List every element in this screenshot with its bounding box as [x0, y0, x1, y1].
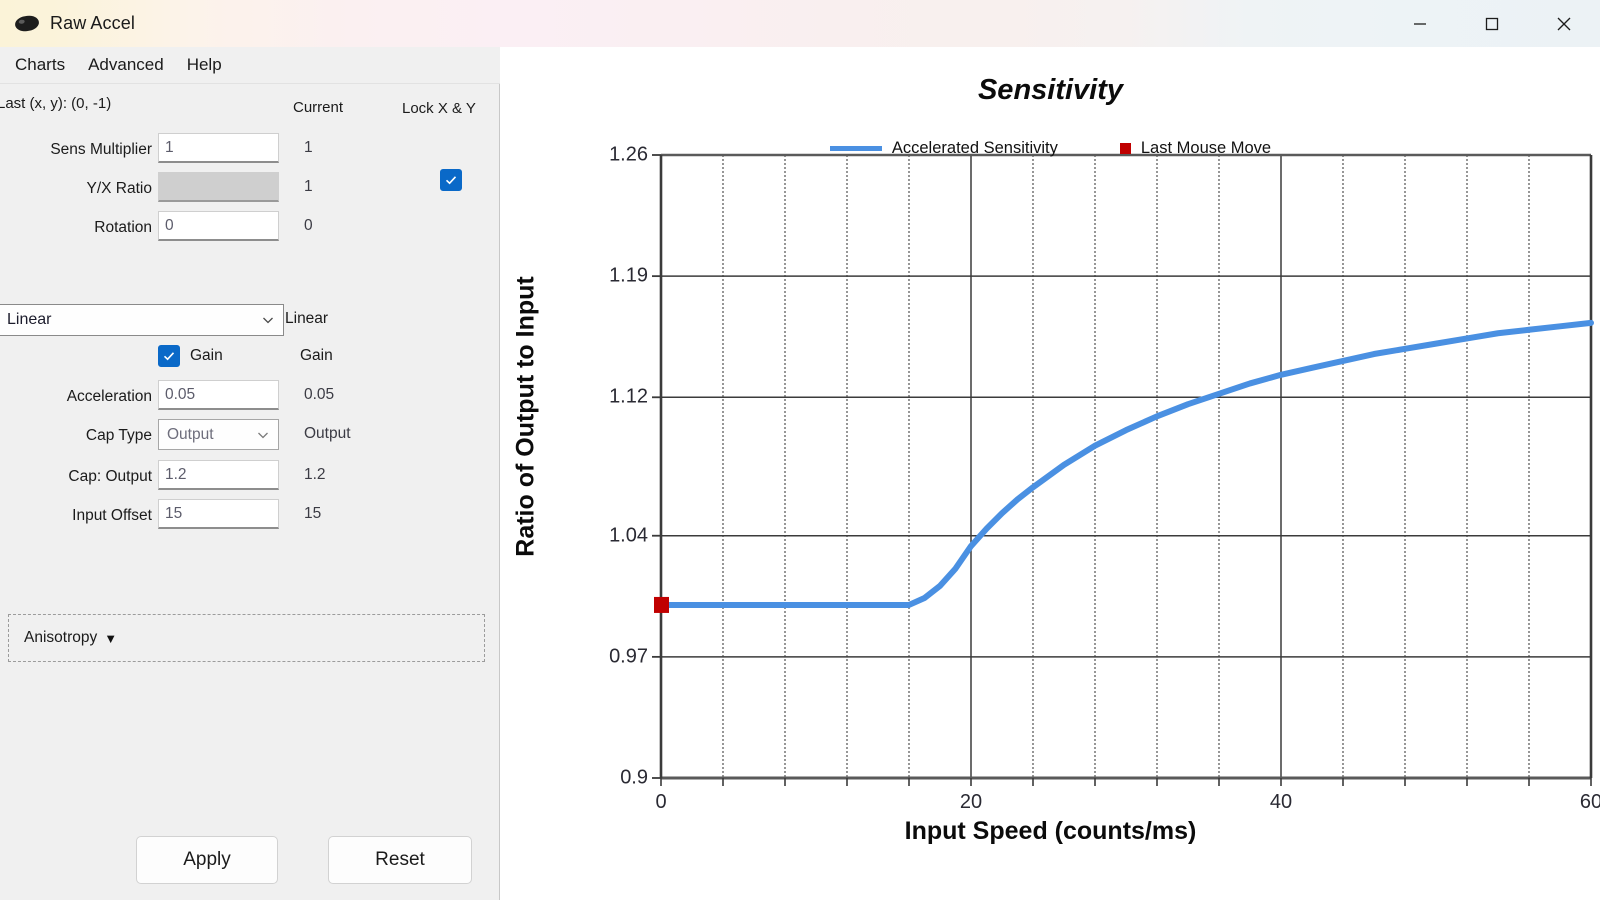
label-gain: Gain — [190, 347, 223, 364]
row-sens-multiplier: Sens Multiplier 1 — [0, 133, 500, 172]
current-acceleration: 0.05 — [304, 386, 335, 403]
label-input-offset: Input Offset — [72, 507, 152, 524]
legend-label-marker: Last Mouse Move — [1140, 139, 1272, 157]
chevron-down-icon: ▼ — [104, 630, 118, 646]
cap-output-input[interactable] — [158, 460, 279, 490]
menu-charts[interactable]: Charts — [6, 51, 74, 79]
title-bar: Raw Accel — [0, 0, 1600, 47]
menu-bar: Charts Advanced Help — [0, 47, 500, 84]
window-title: Raw Accel — [50, 13, 135, 33]
rotation-input[interactable] — [158, 211, 279, 241]
yx-ratio-input — [158, 172, 279, 202]
sens-multiplier-input[interactable] — [158, 133, 279, 163]
last-xy-label: Last (x, y): (0, -1) — [0, 95, 112, 112]
row-yx-ratio: Y/X Ratio 1 — [0, 172, 500, 211]
current-cap-output: 1.2 — [304, 466, 326, 483]
current-sens-multiplier: 1 — [304, 139, 313, 156]
reset-button[interactable]: Reset — [328, 836, 472, 884]
current-input-offset: 15 — [304, 505, 322, 522]
current-yx-ratio: 1 — [304, 178, 313, 195]
anisotropy-expander[interactable]: Anisotropy ▼ — [8, 614, 485, 662]
row-cap-output: Cap: Output 1.2 — [0, 460, 500, 499]
acceleration-input[interactable] — [158, 380, 279, 410]
legend-item-series: Accelerated Sensitivity — [829, 139, 1058, 158]
mouse-icon — [10, 0, 44, 47]
menu-advanced[interactable]: Advanced — [79, 51, 173, 79]
row-rotation: Rotation 0 — [0, 211, 500, 250]
current-accel-mode: Linear — [285, 310, 329, 327]
legend-label-series: Accelerated Sensitivity — [891, 139, 1058, 157]
close-button[interactable] — [1528, 0, 1600, 47]
column-header-lock: Lock X & Y — [402, 100, 476, 117]
gain-checkbox[interactable] — [158, 345, 180, 367]
app-window: Raw Accel Charts Advanced Help Last (x, … — [0, 0, 1600, 900]
chart-plot — [652, 153, 1594, 786]
current-gain: Gain — [300, 347, 333, 364]
legend-square-swatch — [1119, 143, 1131, 154]
minimize-button[interactable] — [1384, 0, 1456, 47]
current-rotation: 0 — [304, 217, 313, 234]
row-acceleration: Acceleration 0.05 — [0, 380, 500, 419]
label-yx-ratio: Y/X Ratio — [86, 180, 152, 197]
settings-panel: Charts Advanced Help Last (x, y): (0, -1… — [0, 47, 500, 900]
legend-line-swatch — [829, 146, 882, 151]
chevron-down-icon — [258, 432, 268, 438]
label-sens-multiplier: Sens Multiplier — [50, 141, 152, 158]
label-acceleration: Acceleration — [66, 388, 152, 405]
cap-type-select[interactable]: Output — [158, 419, 279, 450]
chevron-down-icon — [263, 317, 273, 324]
anisotropy-label: Anisotropy — [24, 629, 98, 646]
chart-legend: Accelerated Sensitivity Last Mouse Move — [501, 139, 1600, 158]
row-cap-type: Cap Type Output Output — [0, 419, 500, 458]
label-cap-type: Cap Type — [85, 427, 152, 444]
current-cap-type: Output — [304, 425, 351, 442]
label-rotation: Rotation — [94, 219, 152, 236]
menu-help[interactable]: Help — [178, 51, 231, 79]
accel-mode-select[interactable]: Linear — [0, 304, 284, 336]
cap-type-value: Output — [167, 425, 214, 443]
accel-mode-value: Linear — [7, 311, 52, 328]
chart-panel: Sensitivity Accelerated Sensitivity Last… — [501, 47, 1600, 876]
row-input-offset: Input Offset 15 — [0, 499, 500, 538]
lock-xy-checkbox[interactable] — [440, 169, 462, 191]
input-offset-input[interactable] — [158, 499, 279, 529]
maximize-button[interactable] — [1456, 0, 1528, 47]
column-header-current: Current — [293, 99, 344, 116]
label-cap-output: Cap: Output — [68, 468, 152, 485]
legend-item-marker: Last Mouse Move — [1119, 139, 1272, 158]
apply-button[interactable]: Apply — [136, 836, 278, 884]
